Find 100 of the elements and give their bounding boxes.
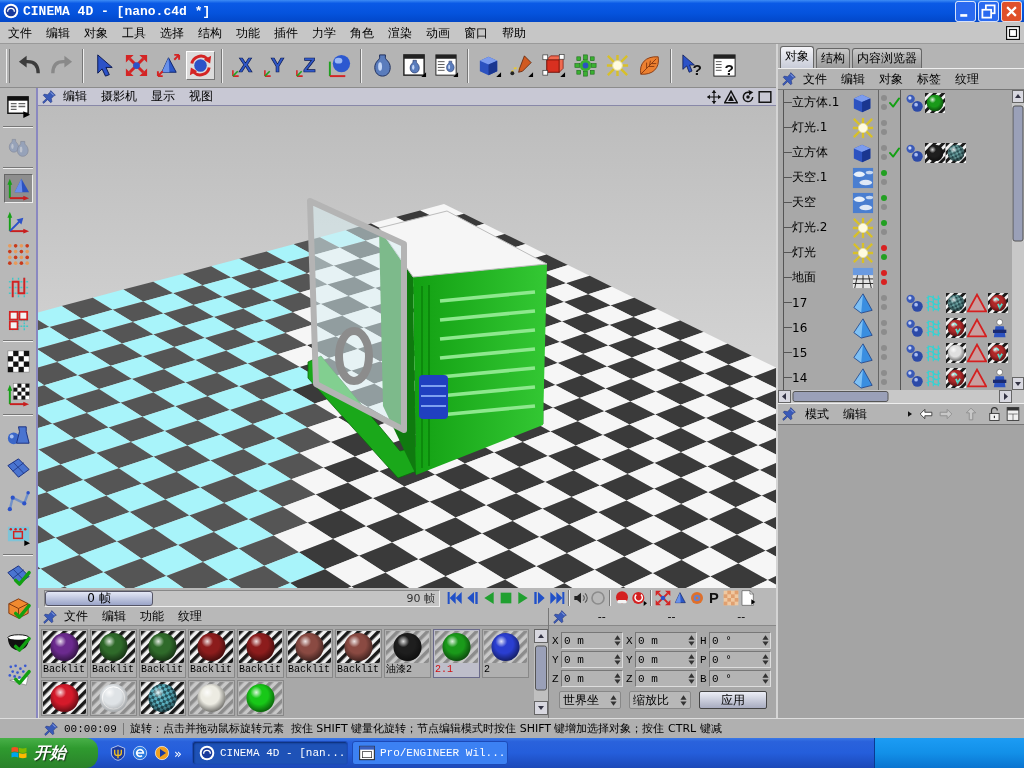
menu-item[interactable]: 编辑 bbox=[95, 608, 133, 625]
menu-item[interactable]: 角色 bbox=[343, 22, 381, 43]
material-tile[interactable]: Backlit bbox=[286, 629, 333, 678]
status-dot-icon[interactable] bbox=[880, 179, 887, 185]
object-name[interactable]: 15 bbox=[792, 345, 852, 360]
sphere-icon[interactable] bbox=[946, 342, 966, 363]
minimize-button[interactable] bbox=[955, 0, 976, 22]
menu-item[interactable]: 模式 bbox=[800, 405, 834, 423]
spinner-icon[interactable] bbox=[762, 634, 769, 647]
textured-sphere-icon[interactable] bbox=[946, 367, 966, 388]
pyramid-arrows-icon[interactable] bbox=[154, 51, 183, 80]
textured-sphere-icon[interactable] bbox=[946, 317, 966, 338]
tab[interactable]: 对象 bbox=[780, 46, 814, 68]
menu-item[interactable]: 帮助 bbox=[495, 22, 533, 43]
overflow-chevron[interactable]: » bbox=[174, 745, 182, 761]
status-dot-icon[interactable] bbox=[880, 129, 887, 135]
material-tile[interactable]: Backlit bbox=[139, 629, 186, 678]
vertical-scrollbar[interactable] bbox=[1012, 90, 1024, 390]
coordinate-field[interactable]: 0 ° bbox=[709, 632, 771, 649]
pin-icon[interactable] bbox=[553, 609, 567, 624]
status-dot-icon[interactable] bbox=[880, 104, 887, 110]
spinner-icon[interactable] bbox=[688, 672, 695, 685]
axes-pyramid-icon[interactable] bbox=[3, 174, 33, 203]
status-dot-icon[interactable] bbox=[880, 195, 887, 201]
menu-item[interactable]: 功能 bbox=[133, 608, 171, 625]
letter-icon[interactable]: P bbox=[706, 590, 722, 606]
two-balls-icon[interactable] bbox=[904, 367, 924, 388]
floor-grid-icon[interactable] bbox=[852, 266, 874, 289]
status-dot-icon[interactable] bbox=[880, 145, 887, 151]
menu-item[interactable]: 渲染 bbox=[381, 22, 419, 43]
material-tile[interactable]: Backlit bbox=[90, 629, 137, 678]
spinner-icon[interactable] bbox=[614, 653, 621, 666]
object-name[interactable]: 灯光.2 bbox=[792, 219, 852, 236]
material-tile[interactable]: Backlit bbox=[188, 629, 235, 678]
square-icon[interactable] bbox=[758, 89, 772, 104]
menu-item[interactable]: 标签 bbox=[910, 70, 948, 88]
material-tile[interactable]: 油漆2 bbox=[384, 629, 431, 678]
menu-item[interactable]: 力学 bbox=[305, 22, 343, 43]
two-balls-icon[interactable] bbox=[904, 142, 924, 163]
menu-item[interactable]: 编辑 bbox=[39, 22, 77, 43]
spinner-icon[interactable] bbox=[610, 693, 617, 707]
status-dot-icon[interactable] bbox=[880, 245, 887, 251]
horizontal-scrollbar[interactable] bbox=[778, 390, 1024, 403]
circular-arrows-icon[interactable] bbox=[186, 51, 215, 80]
coordinate-field[interactable]: 0 m bbox=[561, 670, 623, 687]
object-name[interactable]: 14 bbox=[792, 370, 852, 385]
coordinate-field[interactable]: 0 m bbox=[635, 632, 697, 649]
menu-item[interactable]: 功能 bbox=[229, 22, 267, 43]
close-button[interactable] bbox=[1001, 0, 1022, 22]
status-dot-icon[interactable] bbox=[880, 304, 887, 310]
window-question-icon[interactable]: ? bbox=[710, 51, 739, 80]
pin-icon[interactable] bbox=[43, 609, 57, 624]
status-dot-icon[interactable] bbox=[880, 270, 887, 276]
pin-icon[interactable] bbox=[782, 407, 796, 421]
spinner-icon[interactable] bbox=[688, 634, 695, 647]
status-dot-icon[interactable] bbox=[880, 370, 887, 376]
apply-button[interactable]: 应用 bbox=[699, 691, 767, 709]
triangle-right-icon[interactable] bbox=[906, 409, 914, 419]
pyramid-icon[interactable] bbox=[852, 341, 874, 364]
sphere-icon[interactable] bbox=[925, 142, 945, 163]
menu-item[interactable]: 纹理 bbox=[171, 608, 209, 625]
document-icon[interactable] bbox=[740, 590, 756, 606]
material-tile[interactable]: 2 bbox=[482, 629, 529, 678]
starburst-icon[interactable] bbox=[852, 116, 874, 139]
menu-item[interactable]: 文件 bbox=[1, 22, 39, 43]
coordinate-field[interactable]: 0 ° bbox=[709, 651, 771, 668]
document-vase-icon[interactable] bbox=[432, 51, 461, 80]
skip-to-start-icon[interactable] bbox=[447, 590, 463, 606]
two-balls-icon[interactable] bbox=[904, 92, 924, 113]
menu-item[interactable]: 文件 bbox=[796, 70, 834, 88]
pyramid-icon[interactable] bbox=[852, 366, 874, 389]
pin-icon[interactable] bbox=[42, 89, 56, 104]
starburst-icon[interactable] bbox=[852, 241, 874, 264]
cross-arrows-icon[interactable] bbox=[707, 89, 721, 104]
play-circle-icon[interactable] bbox=[154, 745, 170, 761]
status-dot-icon[interactable] bbox=[880, 329, 887, 335]
record-dot-icon[interactable] bbox=[614, 590, 630, 606]
menu-item[interactable]: 对象 bbox=[77, 22, 115, 43]
status-dot-icon[interactable] bbox=[880, 379, 887, 385]
spinner-icon[interactable] bbox=[762, 653, 769, 666]
pin-icon[interactable] bbox=[782, 72, 796, 86]
two-balls-icon[interactable] bbox=[904, 317, 924, 338]
time-slider-track[interactable]: 0 帧 90 帧 bbox=[44, 589, 440, 607]
check-icon[interactable] bbox=[888, 97, 900, 108]
two-balls-icon[interactable] bbox=[904, 342, 924, 363]
material-tile[interactable]: Backlit bbox=[335, 629, 382, 678]
status-dot-icon[interactable] bbox=[880, 279, 887, 285]
coordinate-field[interactable]: 0 m bbox=[635, 651, 697, 668]
spinner-icon[interactable] bbox=[680, 693, 687, 707]
skip-to-end-icon[interactable] bbox=[549, 590, 565, 606]
menu-item[interactable]: 编辑 bbox=[838, 405, 872, 423]
sphere-icon[interactable] bbox=[925, 92, 945, 113]
status-dot-icon[interactable] bbox=[880, 170, 887, 176]
menu-item[interactable]: 对象 bbox=[872, 70, 910, 88]
status-dot-icon[interactable] bbox=[880, 295, 887, 301]
object-name[interactable]: 灯光 bbox=[792, 244, 852, 261]
mode-dropdown[interactable]: 世界坐 bbox=[559, 691, 621, 709]
check-icon[interactable] bbox=[888, 147, 900, 158]
object-name[interactable]: 地面 bbox=[792, 269, 852, 286]
triangle-icon[interactable] bbox=[724, 89, 738, 104]
